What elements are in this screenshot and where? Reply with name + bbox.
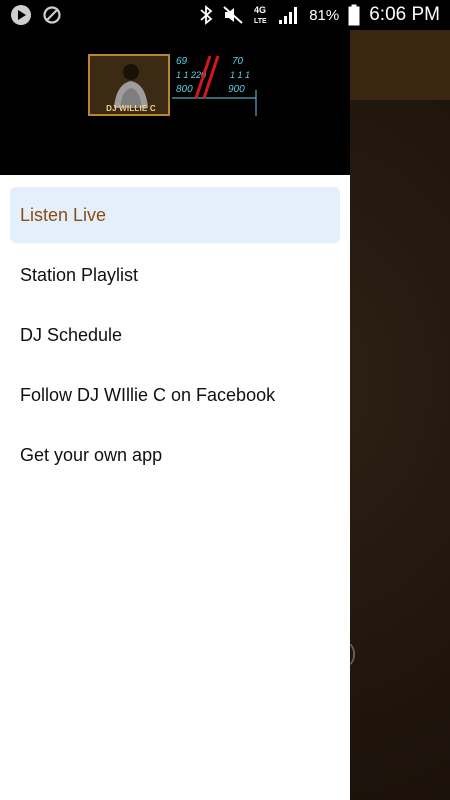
menu-item-label: DJ Schedule	[20, 324, 123, 345]
status-bar-left	[10, 4, 62, 26]
no-sync-icon	[42, 5, 62, 25]
menu-item-station-playlist[interactable]: Station Playlist	[10, 247, 340, 303]
svg-text:LTE: LTE	[254, 18, 267, 25]
network-4g-icon: 4G LTE	[253, 4, 269, 26]
drawer-header: DJ WILLIE C 69 70 1 1 220 1 1 1 800 900	[0, 30, 350, 175]
radio-dial-graphic: 69 70 1 1 220 1 1 1 800 900	[172, 54, 260, 116]
svg-text:70: 70	[232, 56, 244, 67]
dj-photo: DJ WILLIE C	[88, 54, 170, 116]
menu-item-label: Get your own app	[20, 444, 163, 465]
svg-text:4G: 4G	[254, 5, 266, 15]
svg-text:1 1 1: 1 1 1	[230, 70, 250, 80]
mute-icon	[222, 5, 244, 25]
drawer-menu: Listen Live Station Playlist DJ Schedule…	[0, 175, 350, 483]
svg-text:800: 800	[176, 84, 193, 95]
clock: 6:06 PM	[369, 4, 440, 25]
status-bar-right: 4G LTE 81% 6:06 PM	[199, 4, 440, 26]
menu-item-dj-schedule[interactable]: DJ Schedule	[10, 307, 340, 363]
svg-text:900: 900	[228, 84, 245, 95]
signal-icon	[278, 5, 300, 25]
play-icon	[10, 4, 32, 26]
navigation-drawer: DJ WILLIE C 69 70 1 1 220 1 1 1 800 900	[0, 30, 350, 800]
menu-item-listen-live[interactable]: Listen Live	[10, 187, 340, 243]
menu-item-get-app[interactable]: Get your own app	[10, 427, 340, 483]
svg-text:69: 69	[176, 56, 188, 67]
station-logo: DJ WILLIE C 69 70 1 1 220 1 1 1 800 900	[88, 54, 260, 116]
bluetooth-icon	[199, 5, 213, 25]
menu-item-label: Station Playlist	[20, 264, 139, 285]
logo-caption: DJ WILLIE C	[106, 104, 156, 113]
menu-item-label: Listen Live	[20, 204, 107, 225]
battery-percent: 81%	[309, 6, 340, 24]
menu-item-label: Follow DJ WIllie C on Facebook	[20, 384, 276, 405]
battery-icon	[348, 4, 360, 26]
menu-item-facebook[interactable]: Follow DJ WIllie C on Facebook	[10, 367, 340, 423]
status-bar: 4G LTE 81% 6:06 PM	[0, 0, 450, 30]
